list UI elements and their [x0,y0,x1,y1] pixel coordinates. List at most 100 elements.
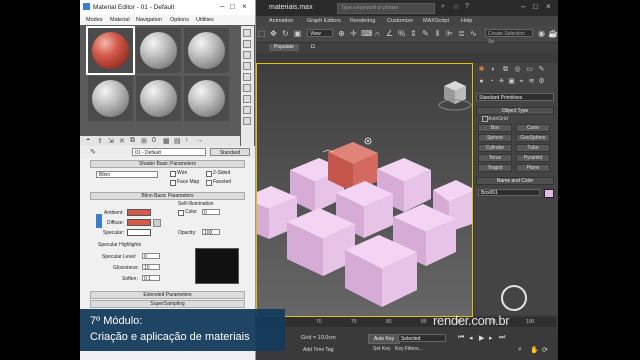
next-frame-icon[interactable]: ▸ [489,334,493,342]
menu-rendering[interactable]: Rendering [350,18,375,24]
get-material-icon[interactable]: ◓ [86,137,90,144]
align-icon[interactable]: ⊫ [445,29,454,38]
sample-slot[interactable] [88,76,133,121]
plane-button[interactable]: Plane [516,164,550,172]
make-unique-icon[interactable]: ⧉ [130,137,135,145]
self-illum-color-checkbox[interactable] [178,210,184,216]
close-icon[interactable]: × [546,2,551,11]
pivot-icon[interactable]: ⊕ [337,29,346,38]
hierarchy-tab-icon[interactable]: ⧉ [501,66,510,74]
time-slider-track[interactable]: 70 75 80 85 90 95 100 [256,317,556,327]
sample-slot[interactable] [184,76,229,121]
ribbon-toggle-icon[interactable]: ◘ [311,44,315,50]
named-selection-sets-dropdown[interactable]: Create Selection Se [485,29,533,45]
teapot-button[interactable]: Teapot [478,164,512,172]
modify-tab-icon[interactable]: ◐ [489,66,498,74]
search-input[interactable]: Type a keyword or phrase [337,3,435,14]
layer-icon[interactable]: ≣ [457,29,466,38]
pyramid-button[interactable]: Pyramid [516,154,550,162]
menu-utilities[interactable]: Utilities [196,17,214,23]
sphere-button[interactable]: Sphere [478,134,512,142]
reset-map-icon[interactable]: ✕ [119,137,125,145]
specular-color-swatch[interactable] [127,229,151,236]
keyboard-shortcut-icon[interactable]: ⌨ [361,29,373,38]
menu-graph-editors[interactable]: Graph Editors [307,18,341,24]
faceted-checkbox[interactable] [206,180,212,186]
go-forward-sibling-icon[interactable]: → [196,137,203,144]
show-map-icon[interactable]: ▦ [163,137,170,145]
shader-basic-rollout[interactable]: Shader Basic Parameters [90,160,245,168]
primitives-dropdown[interactable]: Standard Primitives [476,93,554,101]
face-map-checkbox[interactable] [170,180,176,186]
scale-icon[interactable]: ▣ [293,29,302,38]
menu-help[interactable]: Help [461,18,472,24]
uv-tiling-icon[interactable] [243,62,251,70]
help-icon[interactable]: ? [465,3,469,10]
diffuse-color-swatch[interactable] [127,219,151,226]
two-sided-checkbox[interactable] [206,171,212,177]
ambient-color-swatch[interactable] [127,209,151,216]
glossiness-value[interactable]: 10 [142,264,160,271]
key-mode-dropdown[interactable]: Selected [398,334,446,342]
wire-checkbox[interactable] [170,171,176,177]
zoom-icon[interactable]: ⌕ [518,346,522,354]
menu-navigation[interactable]: Navigation [136,17,162,23]
menu-animation[interactable]: Animation [269,18,293,24]
angle-snap-icon[interactable]: ∠ [385,29,394,38]
put-to-scene-icon[interactable]: ⇪ [97,137,103,145]
cameras-icon[interactable]: ▣ [507,78,516,86]
cylinder-button[interactable]: Cylinder [478,144,512,152]
make-preview-icon[interactable] [243,84,251,92]
motion-tab-icon[interactable]: ◎ [513,66,522,74]
extended-parameters-rollout[interactable]: Extended Parameters [90,291,245,299]
object-color-swatch[interactable] [544,189,554,198]
select-icon[interactable]: ⬚ [257,29,266,38]
sample-slot[interactable] [136,28,181,73]
soften-value[interactable]: 0.1 [142,275,160,282]
cone-button[interactable]: Cone [516,124,550,132]
material-type-button[interactable]: Standard [210,148,250,156]
pan-icon[interactable]: ✋ [530,346,539,354]
shapes-icon[interactable]: ◔ [487,78,496,86]
percent-snap-icon[interactable]: % [397,29,406,38]
move-icon[interactable]: ✥ [269,29,278,38]
maximize-icon[interactable]: □ [230,2,235,11]
display-tab-icon[interactable]: ▭ [525,66,534,74]
edit-named-selection-icon[interactable]: ✎ [421,29,430,38]
self-illum-value[interactable]: 0 [202,209,220,216]
menu-modes[interactable]: Modes [86,17,103,23]
backlight-icon[interactable] [243,40,251,48]
menu-material[interactable]: Material [110,17,130,23]
torus-button[interactable]: Torus [478,154,512,162]
supersampling-rollout[interactable]: SuperSampling [90,300,245,308]
perspective-viewport[interactable] [256,63,473,317]
select-manipulate-icon[interactable]: ✛ [349,29,358,38]
go-to-parent-icon[interactable]: ↑ [185,137,189,144]
material-editor-icon[interactable]: ◉ [537,29,546,38]
maximize-icon[interactable]: □ [533,2,538,11]
populate-tab[interactable]: Populate [269,44,299,51]
show-end-result-icon[interactable]: ▤ [174,137,181,145]
tube-button[interactable]: Tube [516,144,550,152]
play-icon[interactable]: ▶ [479,334,484,342]
options-icon[interactable] [243,95,251,103]
space-warps-icon[interactable]: ≋ [527,78,536,86]
geosphere-button[interactable]: GeoSphere [516,134,550,142]
put-to-library-icon[interactable]: ⊞ [141,137,147,145]
opacity-value[interactable]: 100 [202,229,220,236]
sample-type-icon[interactable] [243,29,251,37]
auto-key-button[interactable]: Auto Key [368,334,400,344]
geometry-icon[interactable]: ● [477,78,486,86]
reference-coordinate-dropdown[interactable]: View [307,29,333,37]
video-check-icon[interactable] [243,73,251,81]
background-icon[interactable] [243,51,251,59]
star-icon[interactable]: ☆ [453,3,459,11]
render-icon[interactable]: ☕ [548,29,558,38]
box-button[interactable]: Box [478,124,512,132]
material-map-navigator-icon[interactable] [243,117,251,125]
object-name-field[interactable]: Box001 [478,189,540,196]
diffuse-map-button[interactable] [153,219,161,227]
shader-type-dropdown[interactable]: Blinn [96,171,158,178]
minimize-icon[interactable]: – [521,2,525,11]
sample-slot-selected[interactable] [86,26,135,75]
